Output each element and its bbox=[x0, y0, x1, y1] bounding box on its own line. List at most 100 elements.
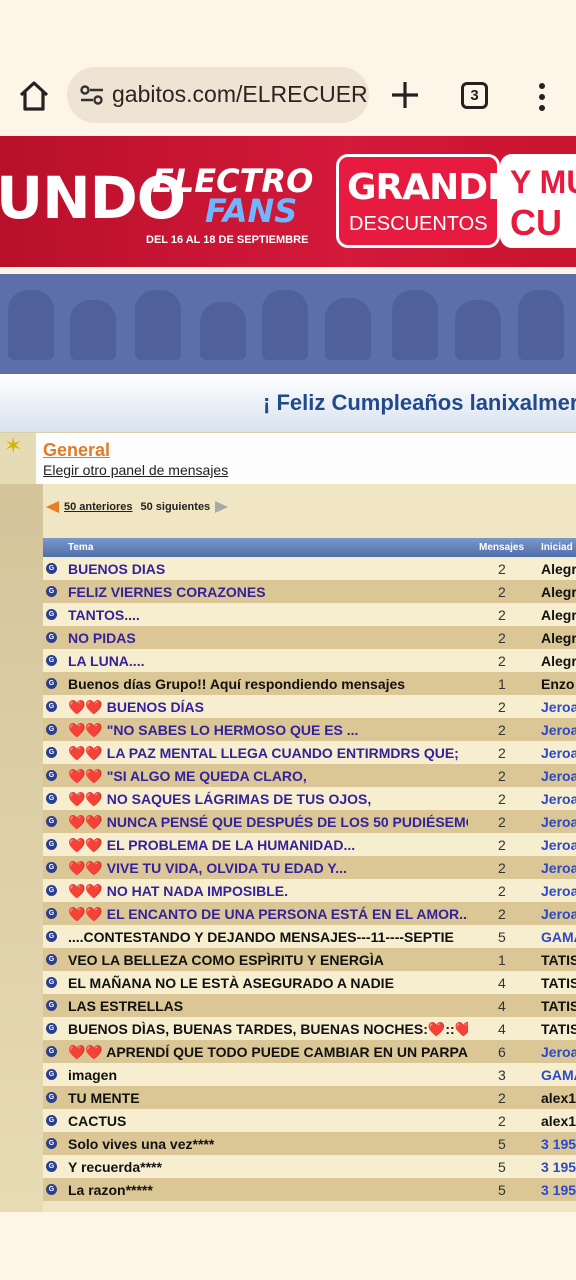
author-link[interactable]: GAMA bbox=[541, 1067, 576, 1083]
table-row[interactable]: G ❤️❤️ NUNCA PENSÉ QUE DESPUÉS DE LOS 50 … bbox=[43, 810, 576, 833]
author-link[interactable]: Enzo bbox=[541, 676, 574, 692]
author-link[interactable]: Jeroa bbox=[541, 837, 576, 853]
table-row[interactable]: G Y recuerda**** 5 3 195 bbox=[43, 1155, 576, 1178]
new-tab-plus-icon[interactable] bbox=[388, 78, 422, 112]
topic-link[interactable]: ❤️❤️ EL PROBLEMA DE LA HUMANIDAD... bbox=[68, 837, 468, 854]
topic-link[interactable]: ....CONTESTANDO Y DEJANDO MENSAJES---11-… bbox=[68, 929, 468, 945]
author-link[interactable]: Jeroa bbox=[541, 883, 576, 899]
author-link[interactable]: Alegr bbox=[541, 607, 576, 623]
header-count[interactable]: Mensajes bbox=[479, 542, 524, 553]
topic-link[interactable]: ❤️❤️ VIVE TU VIDA, OLVIDA TU EDAD Y... bbox=[68, 860, 468, 877]
header-author[interactable]: Iniciad bbox=[541, 542, 573, 553]
author-link[interactable]: Alegr bbox=[541, 584, 576, 600]
table-row[interactable]: G TU MENTE 2 alex1 bbox=[43, 1086, 576, 1109]
table-row[interactable]: G ❤️❤️ NO HAT NADA IMPOSIBLE. 2 Jeroa bbox=[43, 879, 576, 902]
arrow-left-icon[interactable] bbox=[46, 501, 59, 514]
topic-link[interactable]: TANTOS.... bbox=[68, 607, 468, 623]
table-row[interactable]: G ❤️❤️ APRENDÍ QUE TODO PUEDE CAMBIAR EN … bbox=[43, 1040, 576, 1063]
topic-link[interactable]: LAS ESTRELLAS bbox=[68, 998, 468, 1014]
more-vert-icon[interactable] bbox=[532, 80, 552, 114]
topic-link[interactable]: Y recuerda**** bbox=[68, 1159, 468, 1175]
topic-link[interactable]: imagen bbox=[68, 1067, 468, 1083]
table-row[interactable]: G TANTOS.... 2 Alegr bbox=[43, 603, 576, 626]
header-topic[interactable]: Tema bbox=[68, 542, 93, 553]
topic-link[interactable]: Solo vives una vez**** bbox=[68, 1136, 468, 1152]
topic-link[interactable]: ❤️❤️ "SI ALGO ME QUEDA CLARO, bbox=[68, 768, 468, 785]
table-row[interactable]: G ❤️❤️ LA PAZ MENTAL LLEGA CUANDO ENTIRMD… bbox=[43, 741, 576, 764]
prev-page-link[interactable]: 50 anteriores bbox=[64, 501, 132, 513]
table-row[interactable]: G La razon***** 5 3 195 bbox=[43, 1178, 576, 1201]
author-link[interactable]: TATIS bbox=[541, 952, 576, 968]
author-link[interactable]: Jeroa bbox=[541, 906, 576, 922]
topic-link[interactable]: FELIZ VIERNES CORAZONES bbox=[68, 584, 468, 600]
topic-link[interactable]: VEO LA BELLEZA COMO ESPÌRITU Y ENERGÌA bbox=[68, 952, 468, 968]
topic-link[interactable]: ❤️❤️ APRENDÍ QUE TODO PUEDE CAMBIAR EN U… bbox=[68, 1044, 468, 1061]
topic-link[interactable]: ❤️❤️ NO SAQUES LÁGRIMAS DE TUS OJOS, bbox=[68, 791, 468, 808]
table-row[interactable]: G ❤️❤️ "SI ALGO ME QUEDA CLARO, 2 Jeroa bbox=[43, 764, 576, 787]
author-link[interactable]: 3 195 bbox=[541, 1159, 576, 1175]
author-link[interactable]: Jeroa bbox=[541, 860, 576, 876]
table-row[interactable]: G ❤️❤️ "NO SABES LO HERMOSO QUE ES ... 2 Je… bbox=[43, 718, 576, 741]
url-text[interactable]: gabitos.com/ELRECUERI bbox=[112, 81, 369, 108]
table-row[interactable]: G Solo vives una vez**** 5 3 195 bbox=[43, 1132, 576, 1155]
table-row[interactable]: G LAS ESTRELLAS 4 TATIS bbox=[43, 994, 576, 1017]
address-bar[interactable]: gabitos.com/ELRECUERI bbox=[67, 67, 369, 123]
author-link[interactable]: TATIS bbox=[541, 1021, 576, 1037]
table-row[interactable]: G BUENOS DIAS 2 Alegr bbox=[43, 557, 576, 580]
author-link[interactable]: Alegr bbox=[541, 630, 576, 646]
author-link[interactable]: Alegr bbox=[541, 561, 576, 577]
topic-link[interactable]: ❤️❤️ EL ENCANTO DE UNA PERSONA ESTÁ EN E… bbox=[68, 906, 468, 923]
table-row[interactable]: G ❤️❤️ EL ENCANTO DE UNA PERSONA ESTÁ EN … bbox=[43, 902, 576, 925]
topic-link[interactable]: TU MENTE bbox=[68, 1090, 468, 1106]
tab-switcher-button[interactable]: 3 bbox=[461, 82, 488, 109]
topic-link[interactable]: BUENOS DIAS bbox=[68, 561, 468, 577]
author-link[interactable]: Alegr bbox=[541, 653, 576, 669]
ad-banner[interactable]: UNDO ELECTRO FANS DEL 16 AL 18 DE SEPTIE… bbox=[0, 136, 576, 267]
table-row[interactable]: G NO PIDAS 2 Alegr bbox=[43, 626, 576, 649]
topic-link[interactable]: CACTUS bbox=[68, 1113, 468, 1129]
topic-link[interactable]: ❤️❤️ "NO SABES LO HERMOSO QUE ES ... bbox=[68, 722, 468, 739]
table-row[interactable]: G ❤️❤️ NO SAQUES LÁGRIMAS DE TUS OJOS, 2 Je… bbox=[43, 787, 576, 810]
choose-panel-link[interactable]: Elegir otro panel de mensajes bbox=[43, 462, 228, 478]
topic-link[interactable]: La razon***** bbox=[68, 1182, 468, 1198]
author-link[interactable]: Jeroa bbox=[541, 768, 576, 784]
table-row[interactable]: G CACTUS 2 alex1 bbox=[43, 1109, 576, 1132]
author-link[interactable]: Jeroa bbox=[541, 722, 576, 738]
topic-link[interactable]: NO PIDAS bbox=[68, 630, 468, 646]
table-row[interactable]: G Buenos días Grupo!! Aquí respondiendo m… bbox=[43, 672, 576, 695]
author-link[interactable]: alex1 bbox=[541, 1090, 576, 1106]
author-link[interactable]: Jeroa bbox=[541, 1044, 576, 1060]
author-link[interactable]: Jeroa bbox=[541, 791, 576, 807]
table-row[interactable]: Gimagen 3 GAMA bbox=[43, 1063, 576, 1086]
topic-link[interactable]: ❤️❤️ LA PAZ MENTAL LLEGA CUANDO ENTIRMDR… bbox=[68, 745, 468, 762]
panel-title-link[interactable]: General bbox=[43, 440, 110, 461]
topic-text: "SI ALGO ME QUEDA CLARO, bbox=[106, 768, 307, 784]
table-row[interactable]: G BUENOS DÌAS, BUENAS TARDES, BUENAS NOCH… bbox=[43, 1017, 576, 1040]
table-row[interactable]: G EL MAÑANA NO LE ESTÀ ASEGURADO A NADIE 4… bbox=[43, 971, 576, 994]
author-link[interactable]: Jeroa bbox=[541, 745, 576, 761]
table-row[interactable]: G VEO LA BELLEZA COMO ESPÌRITU Y ENERGÌA 1… bbox=[43, 948, 576, 971]
table-row[interactable]: G ....CONTESTANDO Y DEJANDO MENSAJES---11… bbox=[43, 925, 576, 948]
table-row[interactable]: G ❤️❤️ EL PROBLEMA DE LA HUMANIDAD... 2 Jer… bbox=[43, 833, 576, 856]
author-link[interactable]: TATIS bbox=[541, 998, 576, 1014]
table-row[interactable]: G LA LUNA.... 2 Alegr bbox=[43, 649, 576, 672]
topic-link[interactable]: Buenos días Grupo!! Aquí respondiendo me… bbox=[68, 676, 468, 692]
topic-link[interactable]: ❤️❤️ BUENOS DÍAS bbox=[68, 699, 468, 716]
author-link[interactable]: GAMA bbox=[541, 929, 576, 945]
topic-link[interactable]: ❤️❤️ NO HAT NADA IMPOSIBLE. bbox=[68, 883, 468, 900]
author-link[interactable]: Jeroa bbox=[541, 814, 576, 830]
site-settings-icon[interactable] bbox=[79, 83, 105, 107]
table-row[interactable]: G FELIZ VIERNES CORAZONES 2 Alegr bbox=[43, 580, 576, 603]
topic-link[interactable]: BUENOS DÌAS, BUENAS TARDES, BUENAS NOCHE… bbox=[68, 1021, 468, 1038]
home-icon[interactable] bbox=[16, 78, 52, 114]
author-link[interactable]: Jeroa bbox=[541, 699, 576, 715]
author-link[interactable]: 3 195 bbox=[541, 1182, 576, 1198]
author-link[interactable]: TATIS bbox=[541, 975, 576, 991]
table-row[interactable]: G ❤️❤️ VIVE TU VIDA, OLVIDA TU EDAD Y... 2… bbox=[43, 856, 576, 879]
author-link[interactable]: alex1 bbox=[541, 1113, 576, 1129]
table-row[interactable]: G ❤️❤️ BUENOS DÍAS 2 Jeroa bbox=[43, 695, 576, 718]
topic-link[interactable]: LA LUNA.... bbox=[68, 653, 468, 669]
author-link[interactable]: 3 195 bbox=[541, 1136, 576, 1152]
topic-link[interactable]: ❤️❤️ NUNCA PENSÉ QUE DESPUÉS DE LOS 50 P… bbox=[68, 814, 468, 831]
topic-link[interactable]: EL MAÑANA NO LE ESTÀ ASEGURADO A NADIE bbox=[68, 975, 468, 991]
